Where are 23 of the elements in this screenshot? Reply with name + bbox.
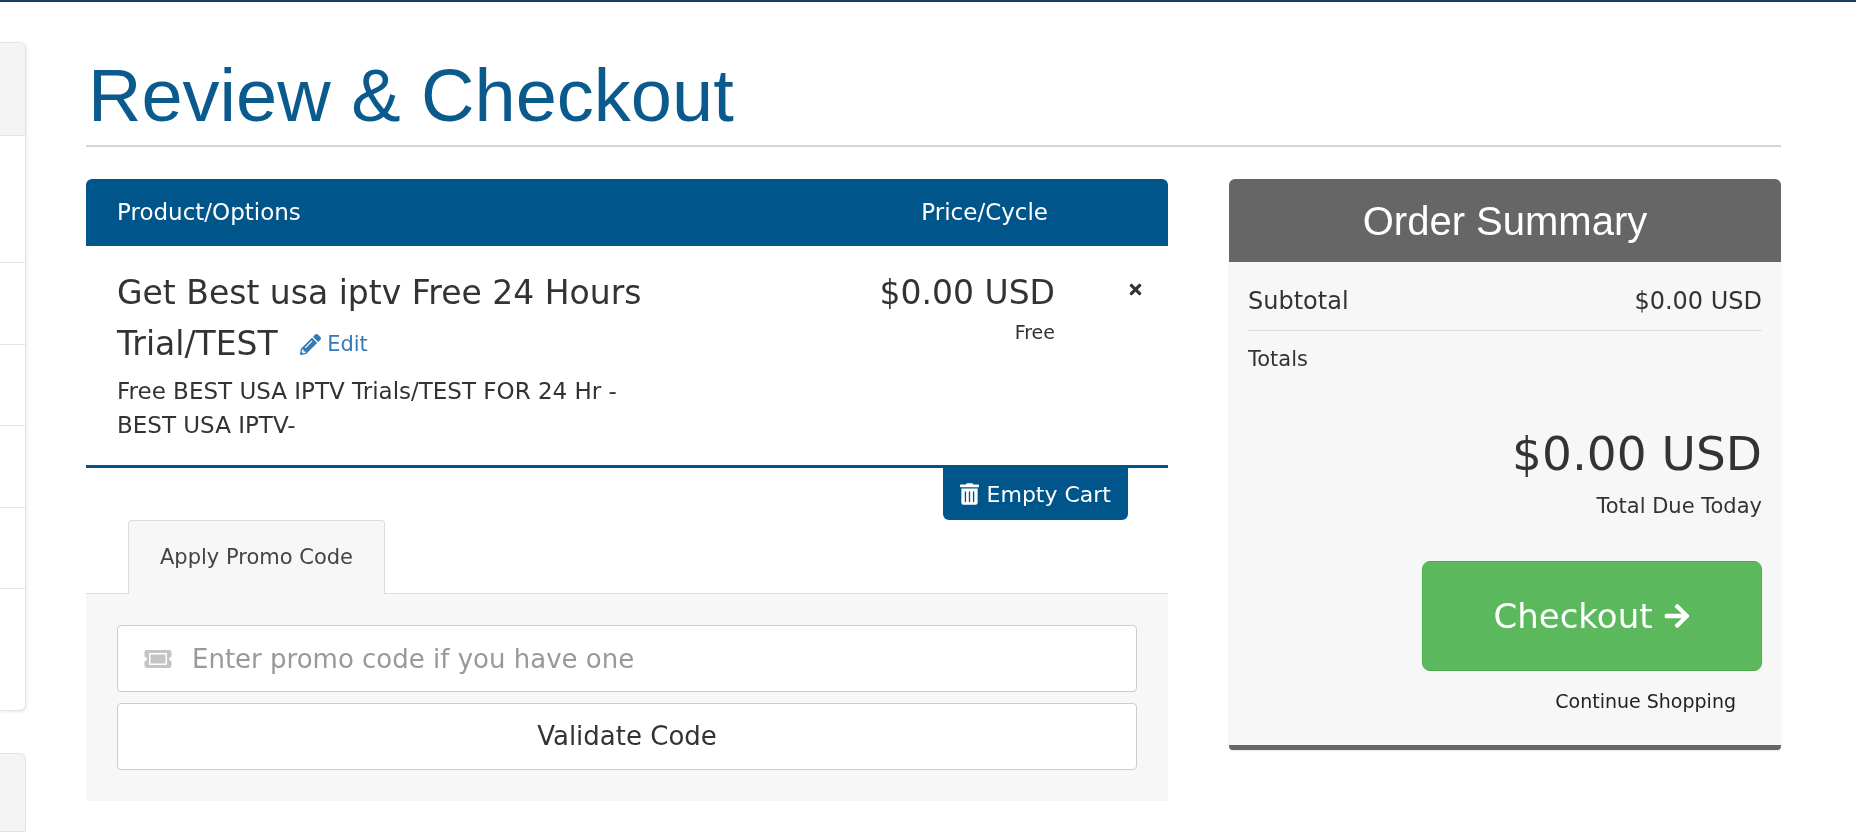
total-amount: $0.00 USD: [1512, 425, 1762, 483]
validate-code-button[interactable]: Validate Code: [117, 703, 1137, 770]
subtotal-value: $0.00 USD: [1634, 286, 1762, 317]
empty-cart-button[interactable]: Empty Cart: [942, 468, 1128, 520]
promo-tab[interactable]: Apply Promo Code: [128, 520, 385, 594]
edit-link[interactable]: Edit: [300, 319, 368, 370]
column-header: Price/Cycle: [921, 198, 1048, 228]
product-name: Get Best usa iptv Free 24 Hours Trial/TEST Edit: [117, 267, 662, 370]
column-header: Product/Options: [117, 198, 302, 228]
item-price: $0.00 USD: [879, 272, 1055, 314]
summary-title: Order Summary: [1362, 197, 1648, 245]
pencil-icon: [300, 334, 322, 355]
arrow-right-icon: [1662, 602, 1691, 630]
promo-code-field[interactable]: Enter promo code if you have one: [117, 625, 1137, 692]
total-due-label: Total Due Today: [1596, 493, 1762, 520]
trash-icon: [959, 483, 979, 505]
totals-label: Totals: [1248, 346, 1308, 373]
continue-shopping-link[interactable]: Continue Shopping: [1555, 688, 1736, 714]
billing-cycle: Free: [1014, 320, 1055, 344]
product-description: Free BEST USA IPTV Trials/TEST FOR 24 Hr - BEST USA IPTV-: [117, 377, 618, 440]
subtotal-label: Subtotal: [1248, 286, 1349, 317]
page-title: Review & Checkout: [88, 53, 734, 139]
ticket-icon: [142, 647, 174, 671]
